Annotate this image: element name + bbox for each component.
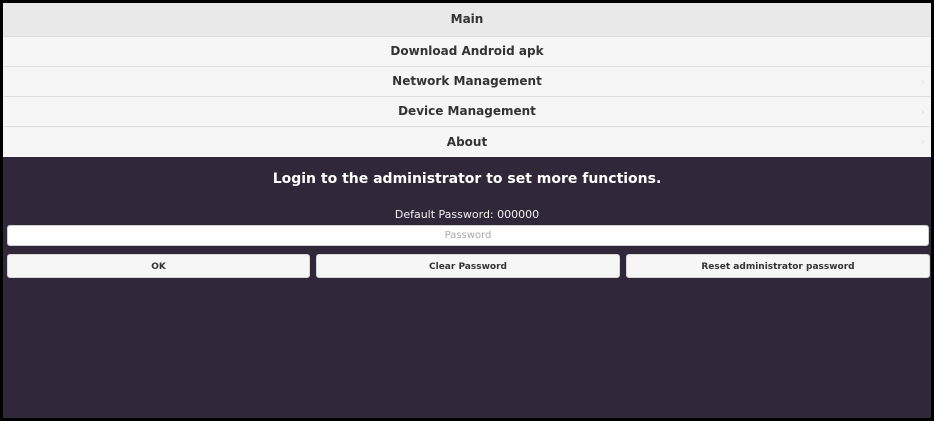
menu-item-device-management[interactable]: Device Management ›	[3, 97, 931, 127]
menu-item-label: About	[446, 135, 488, 149]
menu-item-download-android-apk[interactable]: Download Android apk	[3, 37, 931, 67]
menu-item-label: Main	[450, 12, 484, 26]
chevron-right-icon: ›	[920, 105, 925, 118]
main-menu: Main Download Android apk Network Manage…	[3, 3, 931, 157]
menu-item-label: Network Management	[392, 74, 542, 88]
menu-item-main[interactable]: Main	[3, 3, 931, 37]
chevron-right-icon: ›	[920, 135, 925, 148]
menu-item-label: Device Management	[398, 104, 536, 118]
app-frame: Main Download Android apk Network Manage…	[0, 0, 934, 421]
password-input[interactable]	[7, 225, 929, 246]
menu-item-label: Download Android apk	[390, 44, 544, 58]
chevron-right-icon: ›	[920, 75, 925, 88]
ok-button[interactable]: OK	[7, 254, 310, 278]
login-title: Login to the administrator to set more f…	[272, 171, 662, 187]
menu-item-network-management[interactable]: Network Management ›	[3, 67, 931, 97]
login-panel: Login to the administrator to set more f…	[3, 157, 931, 418]
default-password-hint: Default Password: 000000	[394, 208, 540, 221]
clear-password-button[interactable]: Clear Password	[316, 254, 620, 278]
menu-item-about[interactable]: About ›	[3, 127, 931, 157]
reset-admin-password-button[interactable]: Reset administrator password	[626, 254, 930, 278]
